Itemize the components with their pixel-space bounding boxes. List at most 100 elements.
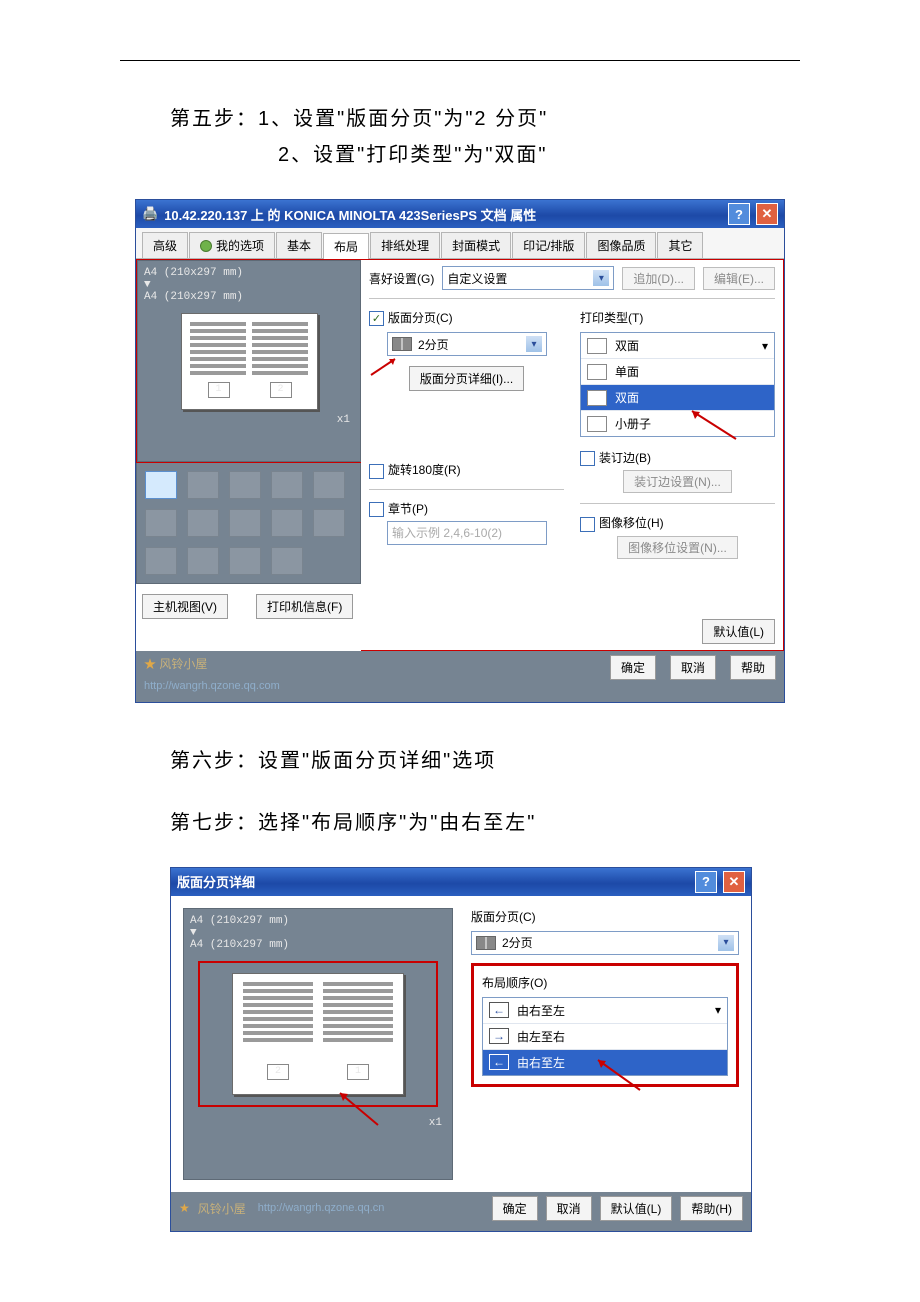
tool-icon[interactable] <box>271 471 303 499</box>
tool-icon[interactable] <box>187 509 219 537</box>
step5-line1: 第五步：1、设置"版面分页"为"2 分页" <box>170 101 920 137</box>
arrow-left-icon: ← <box>489 1002 509 1018</box>
header-rule <box>120 60 800 61</box>
paper-to: A4 (210x297 mm) <box>144 291 354 303</box>
order-group: 布局顺序(O) ←由右至左▾ →由左至右 ←由右至左 <box>471 963 739 1087</box>
tool-icon[interactable] <box>313 471 345 499</box>
step5-line2: 2、设置"打印类型"为"双面" <box>170 137 920 173</box>
tool-icon[interactable] <box>187 471 219 499</box>
layout-check-label: 版面分页(C) <box>388 311 453 325</box>
pages-icon <box>476 936 496 950</box>
ok-button[interactable]: 确定 <box>610 655 656 680</box>
help-icon[interactable]: ? <box>695 871 717 893</box>
window-title: 版面分页详细 <box>177 872 255 891</box>
print-type-dropdown[interactable]: 双面▾ 单面 双面 小册子 <box>580 332 775 437</box>
app-icon: 🖨️ <box>142 206 158 222</box>
imageshift-setting-button: 图像移位设置(N)... <box>617 536 738 559</box>
default-button[interactable]: 默认值(L) <box>600 1196 673 1221</box>
host-view-button[interactable]: 主机视图(V) <box>142 594 228 619</box>
help-button[interactable]: 帮助(H) <box>680 1196 743 1221</box>
titlebar[interactable]: 🖨️ 10.42.220.137 上 的 KONICA MINOLTA 423S… <box>136 200 784 228</box>
rotate-checkbox[interactable] <box>369 464 384 479</box>
tab-advanced[interactable]: 高级 <box>142 232 188 258</box>
help-button[interactable]: 帮助 <box>730 655 776 680</box>
person-icon <box>200 240 212 252</box>
tab-stamp[interactable]: 印记/排版 <box>512 232 585 258</box>
paper-to: A4 (210x297 mm) <box>190 939 446 951</box>
watermark: ★ 风铃小屋 http://wangrh.qzone.qq.cn 确定 取消 默… <box>171 1192 751 1231</box>
tool-icon[interactable] <box>271 547 303 575</box>
step6-text: 第六步：设置"版面分页详细"选项 <box>170 743 920 779</box>
settings-panel: 版面分页(C) 2分页▾ 布局顺序(O) ←由右至左▾ →由左至右 ←由右至左 <box>471 908 739 1180</box>
tool-icon[interactable] <box>229 547 261 575</box>
bind-label: 装订边(B) <box>599 451 651 465</box>
step7-text: 第七步：选择"布局顺序"为"由右至左" <box>170 805 920 841</box>
printer-properties-dialog: 🖨️ 10.42.220.137 上 的 KONICA MINOLTA 423S… <box>135 199 785 703</box>
chapter-input: 输入示例 2,4,6-10(2) <box>387 521 547 545</box>
tool-icon[interactable] <box>229 509 261 537</box>
tool-icons <box>136 463 361 584</box>
tool-icon[interactable] <box>313 509 345 537</box>
order-dropdown[interactable]: ←由右至左▾ →由左至右 ←由右至左 <box>482 997 728 1076</box>
cancel-button[interactable]: 取消 <box>670 655 716 680</box>
chevron-down-icon: ▾ <box>715 1003 721 1017</box>
page-preview: 2 1 <box>232 973 404 1095</box>
tool-icon[interactable] <box>145 547 177 575</box>
tab-other[interactable]: 其它 <box>657 232 703 258</box>
duplex-icon <box>587 338 607 354</box>
layout-detail-button[interactable]: 版面分页详细(I)... <box>409 366 524 391</box>
add-button[interactable]: 追加(D)... <box>622 267 695 290</box>
watermark-url: http://wangrh.qzone.qq.cn <box>258 1202 385 1214</box>
layout-label: 版面分页(C) <box>471 908 739 925</box>
page-preview: 1 2 <box>181 313 318 410</box>
booklet-icon <box>587 416 607 432</box>
arrow-left-icon: ← <box>489 1054 509 1070</box>
chapter-label: 章节(P) <box>388 502 428 516</box>
window-title: 10.42.220.137 上 的 KONICA MINOLTA 423Seri… <box>164 205 536 224</box>
layout-checkbox[interactable] <box>369 311 384 326</box>
edit-button[interactable]: 编辑(E)... <box>703 267 775 290</box>
tool-icon[interactable] <box>187 547 219 575</box>
cancel-button[interactable]: 取消 <box>546 1196 592 1221</box>
chevron-down-icon: ▾ <box>762 339 768 353</box>
printer-info-button[interactable]: 打印机信息(F) <box>256 594 353 619</box>
watermark: ★ 风铃小屋 确定 取消 帮助 http://wangrh.qzone.qq.c… <box>136 651 784 702</box>
zoom-label: x1 <box>144 414 354 426</box>
chapter-checkbox[interactable] <box>369 502 384 517</box>
tab-finish[interactable]: 排纸处理 <box>370 232 440 258</box>
tool-icon[interactable] <box>145 509 177 537</box>
chevron-down-icon: ▾ <box>593 270 609 286</box>
help-icon[interactable]: ? <box>728 203 750 225</box>
simplex-icon <box>587 364 607 380</box>
default-button[interactable]: 默认值(L) <box>702 619 775 644</box>
preview-column: A4 (210x297 mm) ▼ A4 (210x297 mm) 1 2 x1 <box>136 259 361 651</box>
tool-icon[interactable] <box>229 471 261 499</box>
layout-select[interactable]: 2分页▾ <box>387 332 547 356</box>
tab-myoptions[interactable]: 我的选项 <box>189 232 275 258</box>
print-type-label: 打印类型(T) <box>580 309 775 326</box>
layout-select[interactable]: 2分页▾ <box>471 931 739 955</box>
paper-info: A4 (210x297 mm) ▼ A4 (210x297 mm) 1 2 x1 <box>137 260 361 462</box>
preview-panel: A4 (210x297 mm) ▼ A4 (210x297 mm) 2 1 x1 <box>183 908 453 1180</box>
tool-icon[interactable] <box>271 509 303 537</box>
tab-cover[interactable]: 封面模式 <box>441 232 511 258</box>
chevron-down-icon: ▾ <box>526 336 542 352</box>
fav-select[interactable]: 自定义设置▾ <box>442 266 614 290</box>
bind-checkbox[interactable] <box>580 451 595 466</box>
tab-quality[interactable]: 图像品质 <box>586 232 656 258</box>
close-icon[interactable]: ✕ <box>723 871 745 893</box>
tab-layout[interactable]: 布局 <box>323 233 369 259</box>
titlebar[interactable]: 版面分页详细 ? ✕ <box>171 868 751 896</box>
tool-icon[interactable] <box>145 471 177 499</box>
chevron-down-icon: ▾ <box>718 935 734 951</box>
fav-label: 喜好设置(G) <box>369 270 434 287</box>
imageshift-checkbox[interactable] <box>580 517 595 532</box>
order-label: 布局顺序(O) <box>482 974 728 991</box>
imageshift-label: 图像移位(H) <box>599 516 664 530</box>
tab-bar: 高级 我的选项 基本 布局 排纸处理 封面模式 印记/排版 图像品质 其它 <box>136 228 784 259</box>
ok-button[interactable]: 确定 <box>492 1196 538 1221</box>
close-icon[interactable]: ✕ <box>756 203 778 225</box>
paper-from: A4 (210x297 mm) <box>190 915 446 927</box>
watermark-url: http://wangrh.qzone.qq.com <box>144 680 776 692</box>
tab-basic[interactable]: 基本 <box>276 232 322 258</box>
